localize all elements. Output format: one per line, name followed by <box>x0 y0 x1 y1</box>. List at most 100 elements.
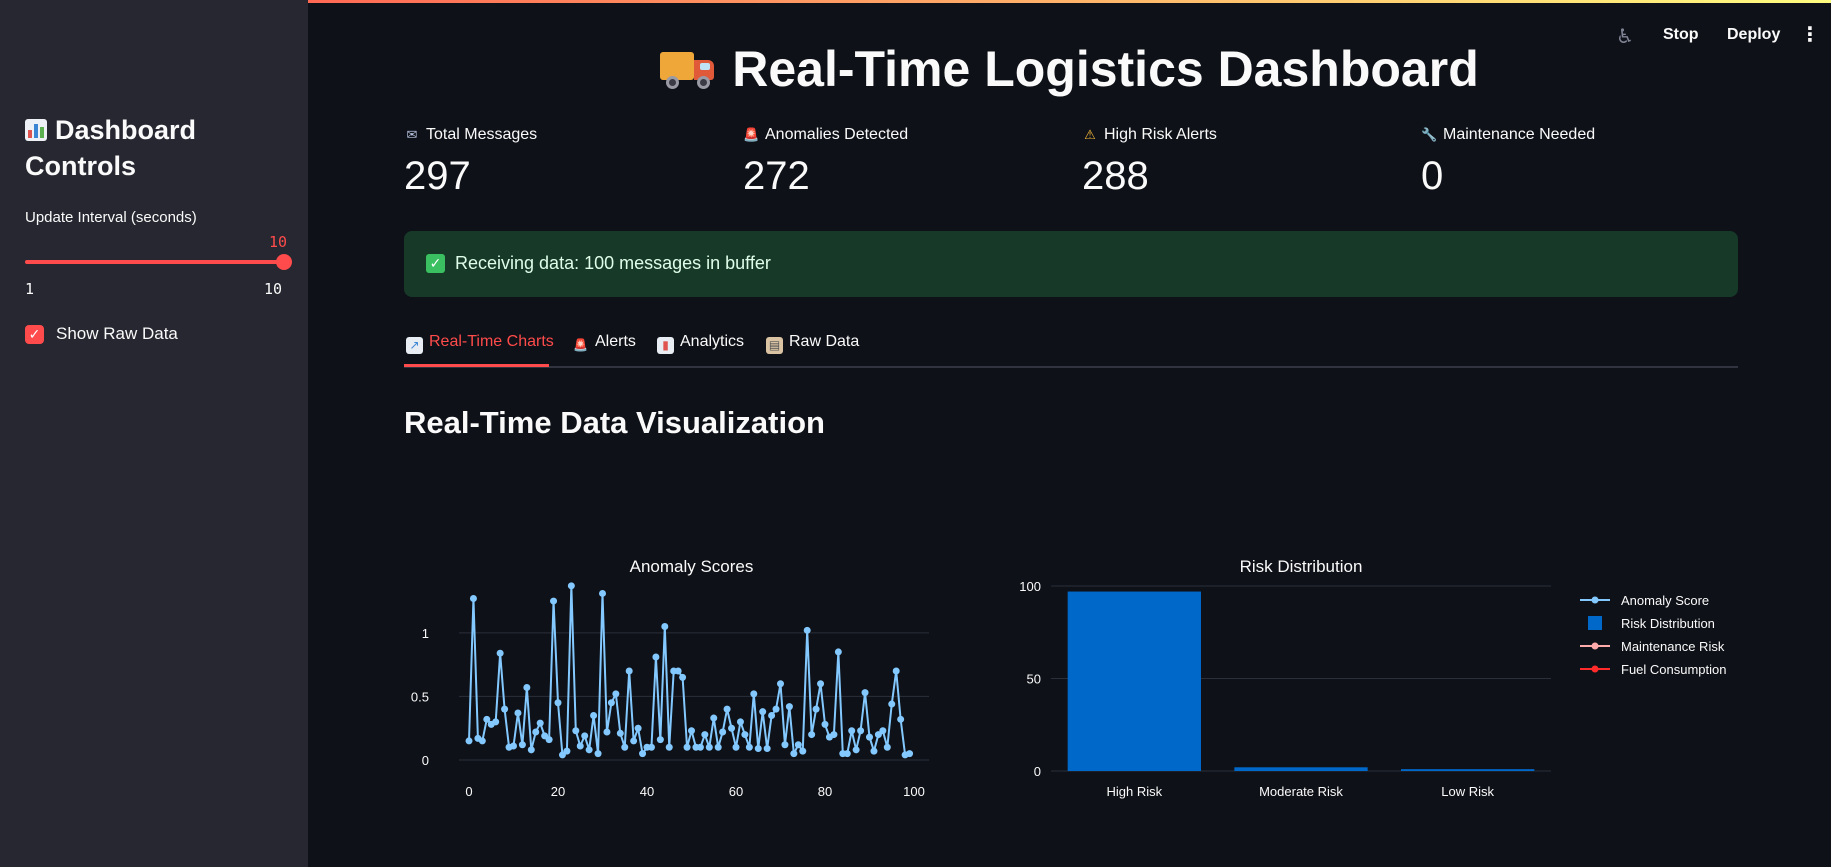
chart-title: Anomaly Scores <box>630 557 754 576</box>
data-point <box>576 742 584 750</box>
data-point <box>625 667 633 675</box>
data-point <box>843 750 851 758</box>
data-point <box>803 626 811 634</box>
data-point <box>616 729 624 737</box>
data-point <box>527 746 535 754</box>
data-point <box>514 709 522 717</box>
data-point <box>772 705 780 713</box>
data-point <box>639 750 647 758</box>
chart-title: Risk Distribution <box>1240 557 1363 576</box>
legend-label: Maintenance Risk <box>1621 639 1725 654</box>
chart-legend: Anomaly Score Risk Distribution Maintenanc… <box>1580 593 1727 677</box>
data-point <box>647 743 655 751</box>
data-point <box>834 648 842 656</box>
data-point <box>790 750 798 758</box>
data-point <box>563 747 571 755</box>
data-point <box>656 736 664 744</box>
data-point <box>759 708 767 716</box>
data-point <box>603 728 611 736</box>
x-tick-label: Low Risk <box>1441 784 1494 799</box>
data-point <box>465 737 473 745</box>
data-point <box>852 746 860 754</box>
data-point <box>768 712 776 719</box>
data-point <box>888 700 896 708</box>
data-point <box>763 745 771 753</box>
data-point <box>821 720 829 728</box>
data-point <box>585 746 593 754</box>
data-point <box>705 743 713 751</box>
legend-label: Fuel Consumption <box>1621 662 1727 677</box>
data-point <box>674 667 682 675</box>
bar <box>1401 769 1535 771</box>
x-tick-label: 60 <box>729 784 743 799</box>
data-point <box>661 623 669 630</box>
data-point <box>861 689 869 697</box>
data-point <box>732 743 740 751</box>
data-point <box>799 747 807 755</box>
data-point <box>719 728 727 736</box>
data-point <box>496 649 504 657</box>
data-point <box>736 718 744 726</box>
legend-marker <box>1591 642 1599 650</box>
y-tick-label: 0.5 <box>411 689 429 704</box>
data-point <box>634 724 642 732</box>
bar <box>1234 767 1368 771</box>
y-tick-label: 1 <box>422 626 429 641</box>
data-point <box>883 743 891 751</box>
data-point <box>581 732 589 740</box>
data-point <box>501 705 509 713</box>
data-point <box>897 715 905 723</box>
data-point <box>848 727 856 735</box>
x-tick-label: 40 <box>640 784 654 799</box>
data-point <box>523 684 531 692</box>
data-point <box>710 714 718 722</box>
data-point <box>879 727 887 735</box>
data-point <box>545 736 553 744</box>
data-point <box>906 750 914 758</box>
data-point <box>621 743 629 751</box>
x-tick-label: 0 <box>465 784 472 799</box>
bar <box>1067 591 1201 771</box>
legend-label: Anomaly Score <box>1621 593 1709 608</box>
data-point <box>745 743 753 751</box>
data-point <box>892 667 900 675</box>
data-point <box>723 705 731 713</box>
data-point <box>696 743 704 751</box>
data-point <box>830 731 838 739</box>
x-tick-label: 80 <box>818 784 832 799</box>
data-point <box>683 743 691 751</box>
y-tick-label: 0 <box>422 753 429 768</box>
data-point <box>785 703 793 711</box>
charts-svg: Anomaly Scores 0 0.5 1 0 20 40 60 80 100 Risk Dis… <box>411 557 1727 799</box>
risk-distribution-chart: Risk Distribution 0 50 100 High Risk Moderate… <box>1019 557 1551 799</box>
data-point <box>572 727 580 735</box>
data-point <box>607 699 615 707</box>
data-point <box>679 673 687 681</box>
x-tick-label: 100 <box>903 784 925 799</box>
data-point <box>870 747 878 755</box>
data-point <box>590 712 598 719</box>
data-point <box>469 595 477 603</box>
legend-label: Risk Distribution <box>1621 616 1715 631</box>
x-tick-label: Moderate Risk <box>1259 784 1343 799</box>
data-point <box>750 690 758 698</box>
y-tick-label: 0 <box>1034 764 1041 779</box>
data-point <box>612 690 620 698</box>
data-point <box>554 699 562 707</box>
data-point <box>817 680 825 688</box>
data-point <box>741 731 749 739</box>
data-point <box>510 742 517 750</box>
data-point <box>652 653 660 661</box>
data-point <box>754 745 762 753</box>
data-point <box>599 589 606 597</box>
data-point <box>665 743 673 751</box>
data-point <box>857 727 865 735</box>
data-point <box>567 582 575 590</box>
legend-marker <box>1591 596 1599 604</box>
data-point <box>812 705 820 713</box>
data-point <box>688 727 695 735</box>
data-point <box>630 737 638 745</box>
data-point <box>478 737 486 745</box>
data-point <box>714 743 722 751</box>
data-point <box>550 597 558 605</box>
